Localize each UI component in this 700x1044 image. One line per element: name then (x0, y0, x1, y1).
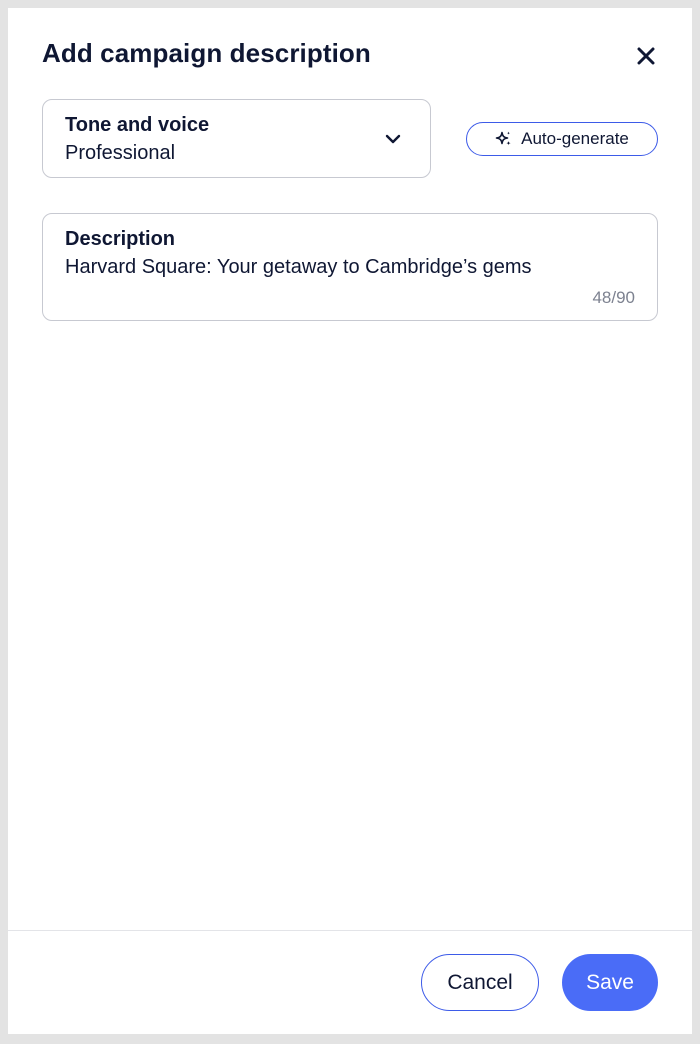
dialog-title: Add campaign description (42, 38, 371, 68)
chevron-down-icon (385, 134, 401, 144)
auto-generate-label: Auto-generate (521, 129, 629, 148)
campaign-description-dialog: Add campaign description Tone and voice … (8, 8, 692, 1034)
save-button[interactable]: Save (562, 954, 658, 1011)
description-value[interactable]: Harvard Square: Your getaway to Cambridg… (65, 256, 532, 279)
close-icon (637, 47, 655, 65)
description-field[interactable]: Description Harvard Square: Your getaway… (42, 213, 658, 321)
close-button[interactable] (632, 42, 660, 70)
character-counter: 48/90 (592, 288, 635, 307)
tone-and-voice-select[interactable]: Tone and voice Professional (42, 99, 431, 178)
sparkle-icon (495, 131, 511, 146)
auto-generate-button[interactable]: Auto-generate (466, 122, 658, 156)
tone-select-value: Professional (65, 142, 176, 164)
tone-select-label: Tone and voice (65, 114, 210, 136)
cancel-button[interactable]: Cancel (421, 954, 539, 1011)
footer-divider (8, 930, 692, 931)
description-label: Description (65, 228, 176, 250)
